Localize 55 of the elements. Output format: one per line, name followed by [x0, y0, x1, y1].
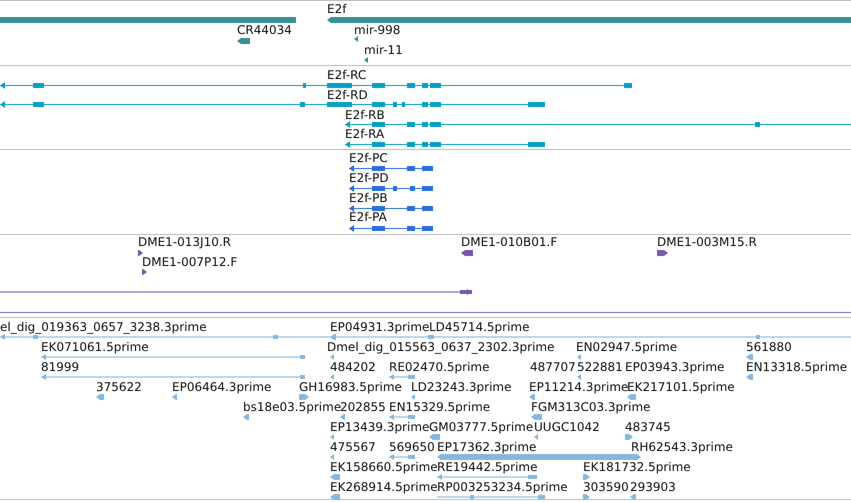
feature-label: EK158660.5prime: [330, 460, 438, 474]
feature-label: 483745: [625, 420, 671, 434]
feature-label: UUGC1042: [534, 420, 600, 434]
feature-label: 561880: [746, 340, 792, 354]
feature-label: 522881: [577, 360, 623, 374]
feature-label: mir-998: [354, 23, 400, 37]
feature-label: 293903: [630, 480, 676, 494]
feature-label: E2f-RA: [345, 127, 384, 141]
feature-label: bs18e03.5prime: [243, 400, 342, 414]
feature-label: DME1-007P12.F: [142, 255, 238, 269]
feature-label: FGM313C03.3prime: [531, 400, 651, 414]
feature-label: 569650: [389, 440, 435, 454]
feature-label: E2f-PB: [349, 191, 388, 205]
feature-label: Dmel_dig_015563_0637_2302.3prime: [327, 340, 555, 354]
feature-label: 202855: [340, 400, 386, 414]
feature-label: EK217101.5prime: [627, 380, 735, 394]
feature-label: E2f-PD: [349, 171, 389, 185]
feature-label: E2f: [327, 2, 346, 16]
feature-label: DME1-013J10.R: [138, 235, 232, 249]
feature-label: GH16983.5prime: [299, 380, 402, 394]
feature-label: RH62543.3prime: [631, 440, 733, 454]
feature-label: DME1-010B01.F: [461, 235, 558, 249]
feature-label: EP06464.3prime: [172, 380, 272, 394]
feature-label: E2f-RD: [327, 88, 368, 102]
feature-label: EK268914.5prime: [330, 480, 438, 494]
feature-label: RP003253234.5prime: [437, 480, 568, 494]
feature-label: RE19442.5prime: [437, 460, 538, 474]
feature-label: EN02947.5prime: [576, 340, 678, 354]
feature-label: EP13439.3prime: [330, 420, 430, 434]
feature-label: GM03777.5prime: [429, 420, 534, 434]
feature-label: E2f-PC: [349, 151, 388, 165]
feature-label: EN15329.5prime: [389, 400, 490, 414]
feature-label: 375622: [96, 380, 142, 394]
feature-label: 484202: [330, 360, 376, 374]
feature-label: EP11214.3prime: [529, 380, 628, 394]
feature-label: E2f-RC: [327, 68, 366, 82]
feature-label: LD23243.3prime: [411, 380, 512, 394]
feature-label: mir-11: [364, 43, 403, 57]
feature-label: EP17362.3prime: [437, 440, 536, 454]
feature-label: EK071061.5prime: [41, 340, 149, 354]
feature-label: EN13318.5prime: [746, 360, 848, 374]
feature-label: EP03943.3prime: [625, 360, 724, 374]
feature-label: E2f-RB: [345, 108, 385, 122]
feature-label: E2f-PA: [349, 210, 387, 224]
feature-label: 303590: [583, 480, 629, 494]
feature-label: DME1-003M15.R: [657, 235, 757, 249]
feature-label: EK181732.5prime: [583, 460, 691, 474]
feature-label: 81999: [41, 360, 80, 374]
feature-label: RE02470.5prime: [389, 360, 490, 374]
feature-label: 475567: [330, 440, 376, 454]
feature-label: el_dig_019363_0657_3238.3prime: [0, 320, 207, 334]
feature-label: EP04931.3prime: [330, 320, 430, 334]
feature-label: LD45714.5prime: [429, 320, 530, 334]
feature-label: 487707: [530, 360, 576, 374]
feature-label: CR44034: [237, 23, 292, 37]
